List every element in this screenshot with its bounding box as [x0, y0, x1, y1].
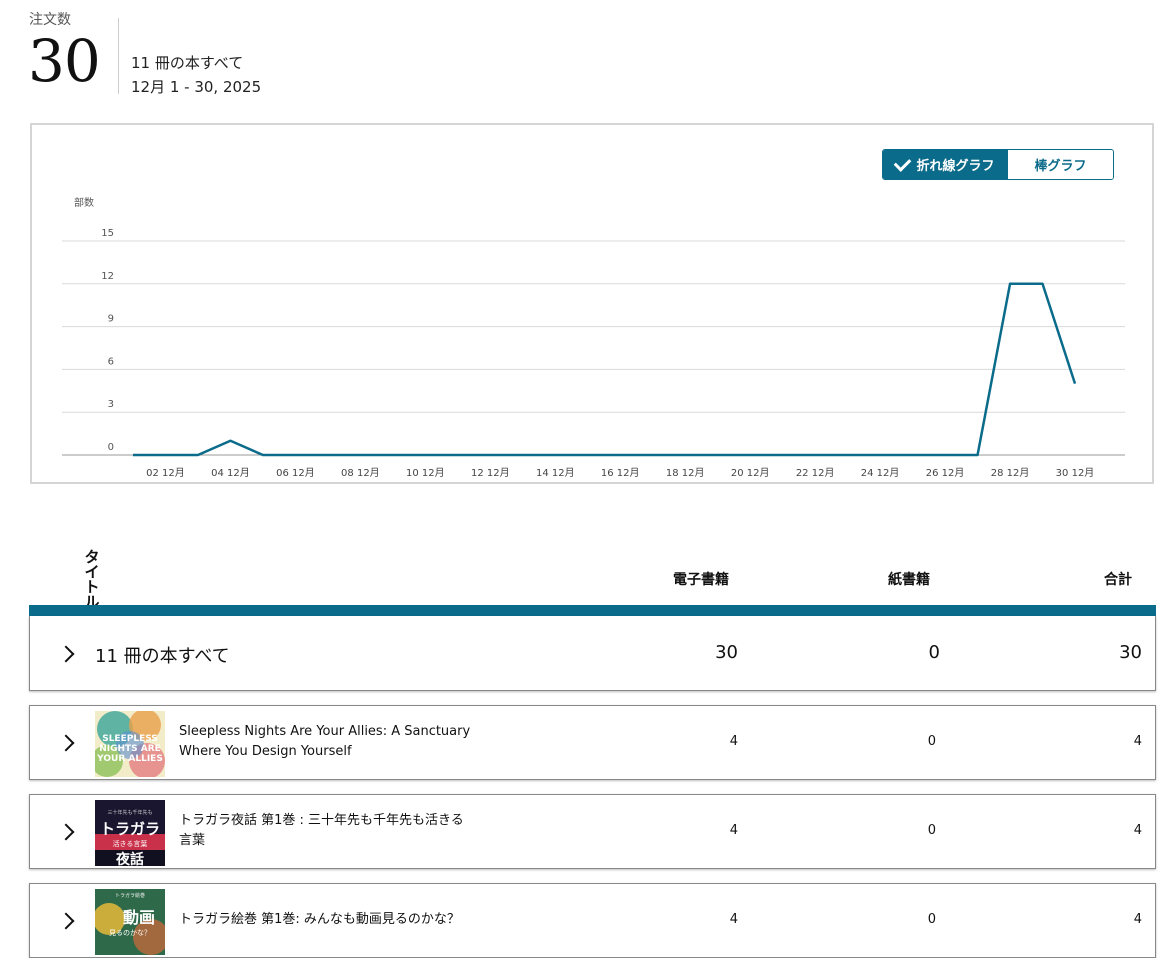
- svg-text:NIGHTS ARE: NIGHTS ARE: [99, 744, 161, 754]
- svg-text:夜話: 夜話: [115, 851, 144, 866]
- x-tick-label: 26 12月: [926, 467, 965, 479]
- book-cover-image: SLEEPLESS NIGHTS ARE YOUR ALLIES: [95, 711, 165, 777]
- all-books-ebook: 30: [715, 642, 738, 663]
- book-title-line: Where You Design Yourself: [179, 744, 352, 759]
- x-tick-label: 06 12月: [276, 467, 315, 479]
- line-chart-toggle-label: 折れ線グラフ: [916, 159, 995, 174]
- book-cover-image: 三十年先も千年先も トラガラ 活きる言葉 夜話: [95, 800, 165, 866]
- book-title-line: トラガラ夜話 第1巻 : 三十年先も千年先も活きる: [179, 813, 464, 828]
- column-header-ebook[interactable]: 電子書籍: [673, 569, 729, 589]
- book-title-line: 言葉: [179, 833, 206, 848]
- x-tick-label: 14 12月: [536, 467, 575, 479]
- summary-date-range: 12月 1 - 30, 2025: [131, 78, 262, 96]
- all-books-paper: 0: [928, 642, 940, 663]
- x-tick-label: 20 12月: [731, 467, 770, 479]
- x-tick-label: 28 12月: [991, 467, 1030, 479]
- column-header-paper[interactable]: 紙書籍: [888, 569, 930, 589]
- y-tick-label: 3: [108, 399, 114, 410]
- svg-text:見るのかな？: 見るのかな？: [109, 929, 151, 937]
- book-total-count: 4: [1133, 734, 1142, 749]
- x-tick-label: 22 12月: [796, 467, 835, 479]
- x-tick-label: 18 12月: [666, 467, 705, 479]
- summary-divider: [118, 18, 119, 94]
- summary-scope: 11 冊の本すべて: [131, 54, 244, 72]
- x-tick-label: 16 12月: [601, 467, 640, 479]
- line-chart-toggle-button[interactable]: 折れ線グラフ: [883, 150, 1007, 179]
- bar-chart-toggle-button[interactable]: 棒グラフ: [1007, 150, 1113, 179]
- svg-text:活きる言葉: 活きる言葉: [113, 839, 148, 848]
- book-total-count: 4: [1133, 823, 1142, 838]
- x-tick-label: 24 12月: [861, 467, 900, 479]
- x-tick-label: 08 12月: [341, 467, 380, 479]
- x-tick-label: 02 12月: [146, 467, 185, 479]
- orders-total-value: 30: [28, 27, 101, 95]
- book-title-line: Sleepless Nights Are Your Allies: A Sanc…: [179, 724, 471, 739]
- table-header-bar: [29, 605, 1156, 616]
- chevron-right-icon[interactable]: [57, 645, 75, 663]
- y-tick-label: 0: [108, 442, 114, 453]
- chart-panel: 部数 0 3 6 9 12 15 02 12月 04 12月 06 12月 08 12月 10 12月…: [30, 123, 1154, 484]
- book-cover-image: トラガラ絵巻 動画 見るのかな？: [95, 889, 165, 955]
- x-tick-label: 10 12月: [406, 467, 445, 479]
- y-axis-label: 部数: [74, 196, 94, 209]
- svg-text:動画: 動画: [123, 908, 155, 927]
- all-books-row[interactable]: 11 冊の本すべて 30 0 30: [29, 616, 1156, 691]
- book-ebook-count: 4: [729, 734, 738, 749]
- chevron-right-icon[interactable]: [57, 823, 75, 841]
- book-ebook-count: 4: [729, 823, 738, 838]
- book-title-line: トラガラ絵巻 第1巻: みんなも動画見るのかな？: [179, 912, 460, 927]
- svg-text:トラガラ絵巻: トラガラ絵巻: [115, 892, 145, 899]
- column-header-title[interactable]: タ イ ト ル: [78, 550, 106, 610]
- svg-text:トラガラ: トラガラ: [100, 820, 160, 838]
- y-tick-label: 15: [101, 228, 114, 239]
- svg-text:SLEEPLESS: SLEEPLESS: [102, 734, 158, 744]
- table-row[interactable]: SLEEPLESS NIGHTS ARE YOUR ALLIES Sleeple…: [29, 705, 1156, 780]
- book-paper-count: 0: [927, 823, 936, 838]
- y-tick-label: 9: [108, 314, 114, 325]
- column-header-total[interactable]: 合計: [1104, 569, 1132, 589]
- chevron-right-icon[interactable]: [57, 734, 75, 752]
- all-books-total: 30: [1119, 642, 1142, 663]
- svg-text:YOUR ALLIES: YOUR ALLIES: [96, 754, 163, 764]
- svg-text:三十年先も千年先も: 三十年先も千年先も: [107, 809, 152, 816]
- chart-type-toggle: 折れ線グラフ 棒グラフ: [882, 149, 1114, 180]
- x-tick-label: 30 12月: [1056, 467, 1095, 479]
- book-paper-count: 0: [927, 912, 936, 927]
- book-title: トラガラ絵巻 第1巻: みんなも動画見るのかな？: [179, 910, 499, 930]
- book-title: トラガラ夜話 第1巻 : 三十年先も千年先も活きる 言葉: [179, 811, 499, 851]
- y-tick-label: 12: [101, 271, 114, 282]
- table-row[interactable]: トラガラ絵巻 動画 見るのかな？ トラガラ絵巻 第1巻: みんなも動画見るのかな…: [29, 883, 1156, 958]
- x-tick-label: 12 12月: [471, 467, 510, 479]
- table-row[interactable]: 三十年先も千年先も トラガラ 活きる言葉 夜話 トラガラ夜話 第1巻 : 三十年…: [29, 794, 1156, 869]
- book-paper-count: 0: [927, 734, 936, 749]
- book-title: Sleepless Nights Are Your Allies: A Sanc…: [179, 722, 499, 762]
- y-tick-label: 6: [108, 356, 114, 367]
- all-books-label: 11 冊の本すべて: [95, 646, 230, 667]
- checkmark-icon: [894, 153, 912, 172]
- chevron-right-icon[interactable]: [57, 912, 75, 930]
- book-total-count: 4: [1133, 912, 1142, 927]
- x-tick-label: 04 12月: [211, 467, 250, 479]
- book-ebook-count: 4: [729, 912, 738, 927]
